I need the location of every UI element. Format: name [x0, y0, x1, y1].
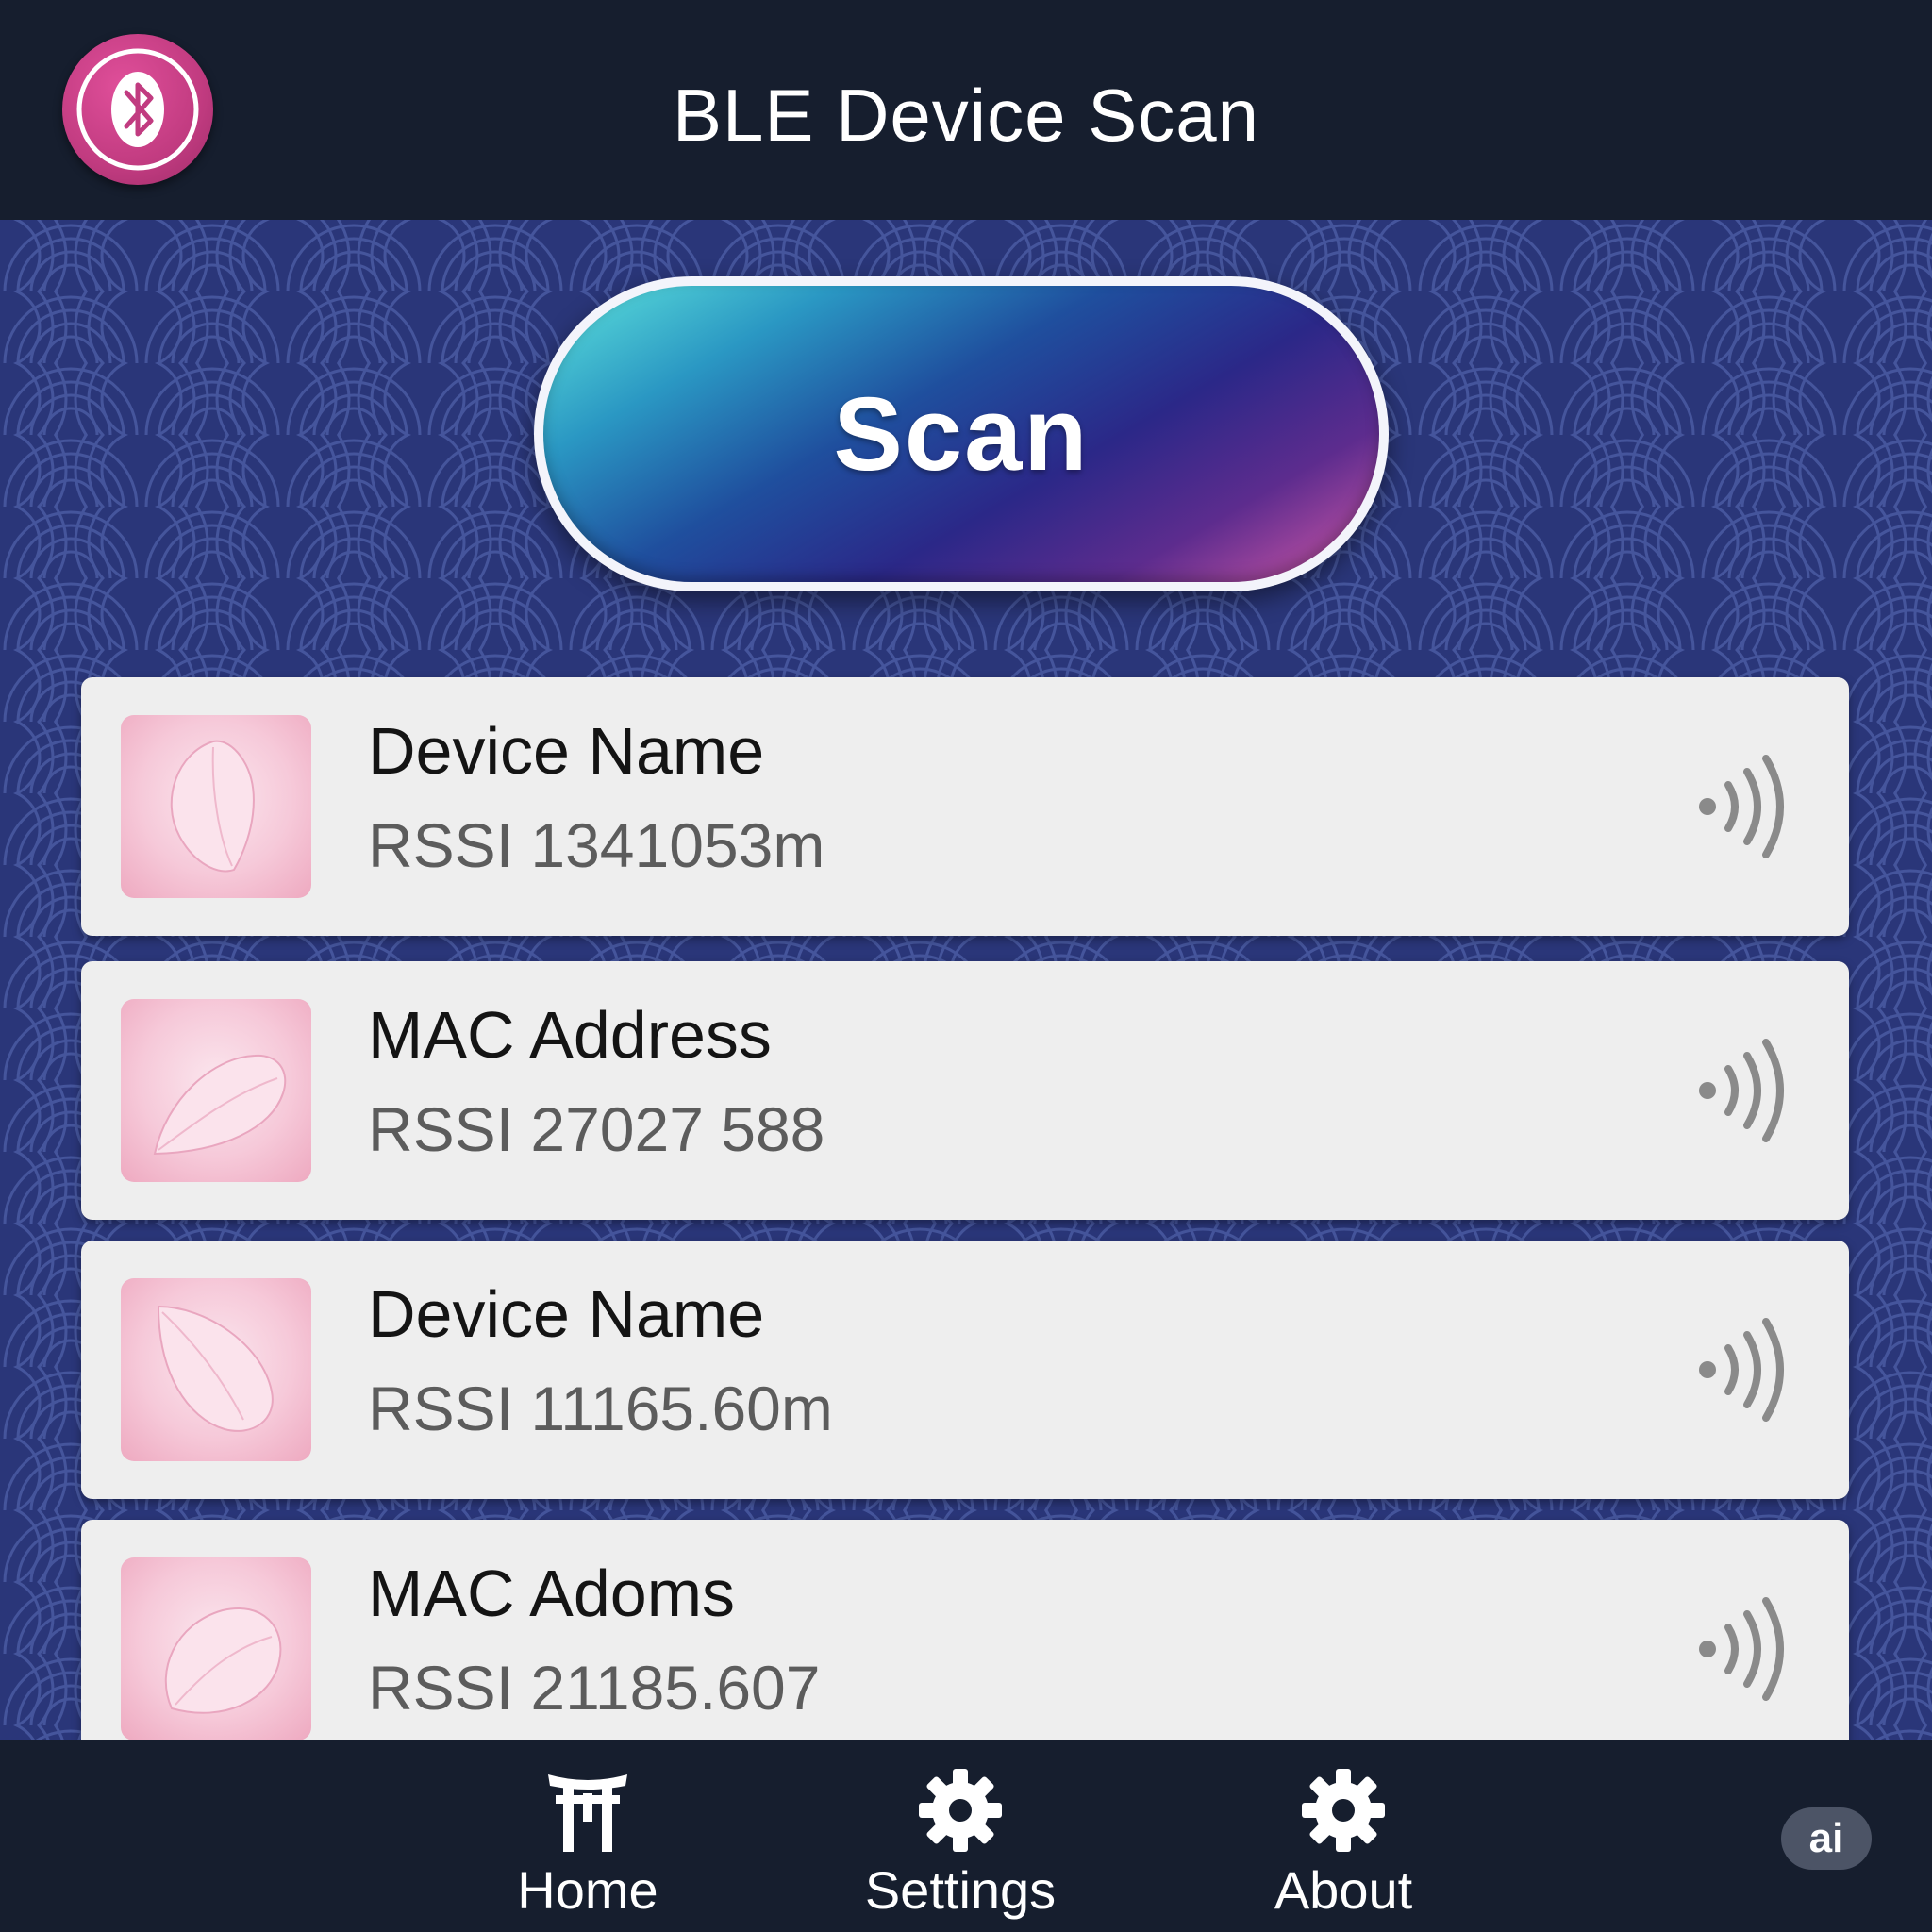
sakura-petal-icon [121, 999, 311, 1182]
nav-item-settings[interactable]: Settings [838, 1765, 1083, 1925]
device-rssi: RSSI 1341053m [368, 810, 825, 880]
device-list-item[interactable]: MAC Adoms RSSI 21185.607 [81, 1520, 1849, 1740]
nav-label-settings: Settings [864, 1860, 1057, 1920]
nav-label-about: About [1274, 1860, 1413, 1920]
scan-button[interactable]: Scan [534, 276, 1389, 591]
device-title: MAC Adoms [368, 1557, 735, 1630]
signal-waves-icon [1699, 1597, 1784, 1701]
nav-item-about[interactable]: About [1221, 1765, 1466, 1925]
device-title: Device Name [368, 714, 765, 788]
sakura-petal-icon [121, 1278, 311, 1461]
bottom-navigation: Home Settings About [0, 1740, 1932, 1932]
nav-label-home: Home [517, 1860, 658, 1920]
app-header: BLE Device Scan [0, 0, 1932, 220]
signal-waves-icon [1699, 755, 1784, 858]
device-list-item[interactable]: MAC Address RSSI 27027 588 [81, 961, 1849, 1220]
device-rssi: RSSI 21185.607 [368, 1653, 821, 1723]
app-window: BLE Device Scan Scan Device Name RSSI 13… [0, 0, 1932, 1932]
device-title: Device Name [368, 1277, 765, 1351]
sakura-petal-icon [121, 1557, 311, 1740]
scan-button-label: Scan [833, 375, 1090, 492]
device-title: MAC Address [368, 998, 772, 1072]
page-title: BLE Device Scan [673, 74, 1259, 157]
signal-waves-icon [1699, 1039, 1784, 1142]
nav-item-home[interactable]: Home [465, 1765, 710, 1925]
device-list-item[interactable]: Device Name RSSI 1341053m [81, 677, 1849, 936]
gear-icon [1302, 1769, 1385, 1852]
gear-icon [919, 1769, 1002, 1852]
sakura-petal-icon [121, 715, 311, 898]
torii-gate-icon [548, 1774, 627, 1852]
signal-waves-icon [1699, 1318, 1784, 1422]
device-rssi: RSSI 27027 588 [368, 1094, 825, 1164]
device-list-item[interactable]: Device Name RSSI 11165.60m [81, 1241, 1849, 1499]
device-rssi: RSSI 11165.60m [368, 1374, 833, 1443]
ai-badge[interactable]: ai [1781, 1807, 1872, 1870]
device-scan-area[interactable]: Scan Device Name RSSI 1341053m MAC Addre… [0, 220, 1932, 1740]
